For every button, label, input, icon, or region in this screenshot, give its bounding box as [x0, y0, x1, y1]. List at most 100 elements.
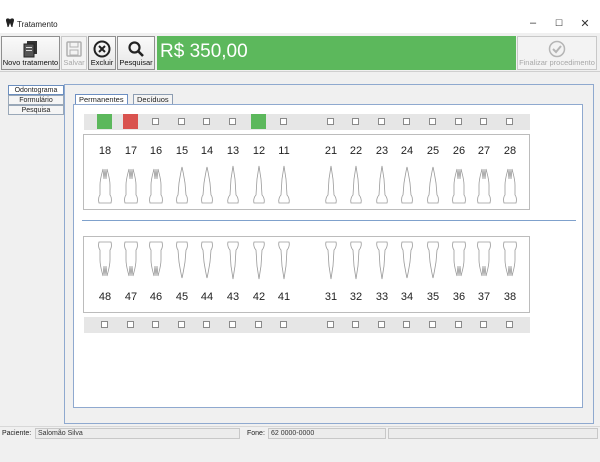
tooth-41[interactable]: [276, 240, 292, 282]
tooth-number-37: 37: [477, 291, 491, 303]
upper-status-strip: [84, 114, 530, 130]
tooth-47[interactable]: [123, 240, 139, 282]
tooth-number-15: 15: [175, 145, 189, 157]
search-label: Pesquisar: [119, 58, 153, 67]
tooth-27[interactable]: [476, 165, 492, 207]
tooth-38[interactable]: [502, 240, 518, 282]
upper-status-checkbox-5[interactable]: [229, 118, 236, 125]
tooth-25[interactable]: [425, 165, 441, 207]
upper-status-checkbox-4[interactable]: [203, 118, 210, 125]
upper-status-checkbox-11[interactable]: [403, 118, 410, 125]
upper-status-checkbox-9[interactable]: [352, 118, 359, 125]
lower-status-checkbox-12[interactable]: [429, 321, 436, 328]
tooth-22[interactable]: [348, 165, 364, 207]
tooth-36[interactable]: [451, 240, 467, 282]
patient-field: Salomão Silva: [35, 428, 240, 439]
tooth-number-42: 42: [252, 291, 266, 303]
lower-status-checkbox-14[interactable]: [480, 321, 487, 328]
search-icon: [128, 41, 144, 57]
upper-status-checkbox-3[interactable]: [178, 118, 185, 125]
upper-status-checkbox-14[interactable]: [480, 118, 487, 125]
lower-status-checkbox-6[interactable]: [255, 321, 262, 328]
lower-status-checkbox-11[interactable]: [403, 321, 410, 328]
upper-status-checkbox-13[interactable]: [455, 118, 462, 125]
lower-status-checkbox-0[interactable]: [101, 321, 108, 328]
tooth-number-38: 38: [503, 291, 517, 303]
lower-status-checkbox-13[interactable]: [455, 321, 462, 328]
tooth-number-48: 48: [98, 291, 112, 303]
upper-status-green-0[interactable]: [97, 114, 112, 129]
minimize-button[interactable]: –: [523, 14, 543, 32]
tooth-34[interactable]: [399, 240, 415, 282]
tooth-15[interactable]: [174, 165, 190, 207]
upper-status-checkbox-10[interactable]: [378, 118, 385, 125]
arch-separator: [82, 220, 576, 221]
lower-status-checkbox-8[interactable]: [327, 321, 334, 328]
upper-status-checkbox-8[interactable]: [327, 118, 334, 125]
search-button[interactable]: Pesquisar: [117, 36, 155, 70]
tooth-number-21: 21: [324, 145, 338, 157]
tooth-number-13: 13: [226, 145, 240, 157]
tooth-number-47: 47: [124, 291, 138, 303]
upper-status-checkbox-2[interactable]: [152, 118, 159, 125]
tooth-11[interactable]: [276, 165, 292, 207]
upper-status-checkbox-7[interactable]: [280, 118, 287, 125]
tooth-13[interactable]: [225, 165, 241, 207]
total-price-display: R$ 350,00: [157, 36, 516, 70]
tooth-33[interactable]: [374, 240, 390, 282]
tooth-45[interactable]: [174, 240, 190, 282]
tooth-16[interactable]: [148, 165, 164, 207]
tooth-18[interactable]: [97, 165, 113, 207]
tooth-number-43: 43: [226, 291, 240, 303]
tooth-number-11: 11: [278, 145, 290, 157]
lower-status-checkbox-3[interactable]: [178, 321, 185, 328]
tooth-17[interactable]: [123, 165, 139, 207]
tooth-31[interactable]: [323, 240, 339, 282]
lower-status-checkbox-1[interactable]: [127, 321, 134, 328]
tooth-42[interactable]: [251, 240, 267, 282]
tooth-24[interactable]: [399, 165, 415, 207]
tooth-number-24: 24: [400, 145, 414, 157]
tooth-37[interactable]: [476, 240, 492, 282]
tooth-48[interactable]: [97, 240, 113, 282]
close-window-button[interactable]: ✕: [575, 14, 595, 32]
tooth-number-32: 32: [349, 291, 363, 303]
upper-teeth-box: 18 17 16 15 14 13 12 11 21 22 23 24 25 26 27 28: [83, 134, 530, 210]
tooth-number-14: 14: [200, 145, 214, 157]
tooth-46[interactable]: [148, 240, 164, 282]
lower-status-checkbox-5[interactable]: [229, 321, 236, 328]
tooth-14[interactable]: [199, 165, 215, 207]
tooth-26[interactable]: [451, 165, 467, 207]
upper-status-red-1[interactable]: [123, 114, 138, 129]
treatment-window: Tratamento – ☐ ✕ Novo tratamento Salvar …: [0, 0, 600, 462]
tooth-12[interactable]: [251, 165, 267, 207]
lower-status-checkbox-2[interactable]: [152, 321, 159, 328]
upper-status-checkbox-12[interactable]: [429, 118, 436, 125]
tooth-number-17: 17: [124, 145, 138, 157]
tooth-number-25: 25: [426, 145, 440, 157]
tooth-32[interactable]: [348, 240, 364, 282]
new-treatment-button[interactable]: Novo tratamento: [1, 36, 60, 70]
lower-status-checkbox-7[interactable]: [280, 321, 287, 328]
lower-status-checkbox-9[interactable]: [352, 321, 359, 328]
side-tab-odontograma[interactable]: Odontograma: [8, 85, 64, 95]
lower-status-checkbox-4[interactable]: [203, 321, 210, 328]
tooth-21[interactable]: [323, 165, 339, 207]
side-tab-pesquisa[interactable]: Pesquisa: [8, 105, 64, 115]
tooth-number-26: 26: [452, 145, 466, 157]
finalize-procedure-button[interactable]: Finalizar procedimento: [517, 36, 597, 70]
upper-status-checkbox-15[interactable]: [506, 118, 513, 125]
save-button[interactable]: Salvar: [61, 36, 87, 70]
lower-status-checkbox-10[interactable]: [378, 321, 385, 328]
side-tab-formulario[interactable]: Formulário: [8, 95, 64, 105]
finalize-label: Finalizar procedimento: [519, 58, 595, 67]
upper-status-green-6[interactable]: [251, 114, 266, 129]
tooth-44[interactable]: [199, 240, 215, 282]
lower-status-checkbox-15[interactable]: [506, 321, 513, 328]
maximize-button[interactable]: ☐: [549, 14, 569, 32]
delete-button[interactable]: Excluir: [88, 36, 116, 70]
tooth-43[interactable]: [225, 240, 241, 282]
tooth-23[interactable]: [374, 165, 390, 207]
tooth-35[interactable]: [425, 240, 441, 282]
tooth-28[interactable]: [502, 165, 518, 207]
